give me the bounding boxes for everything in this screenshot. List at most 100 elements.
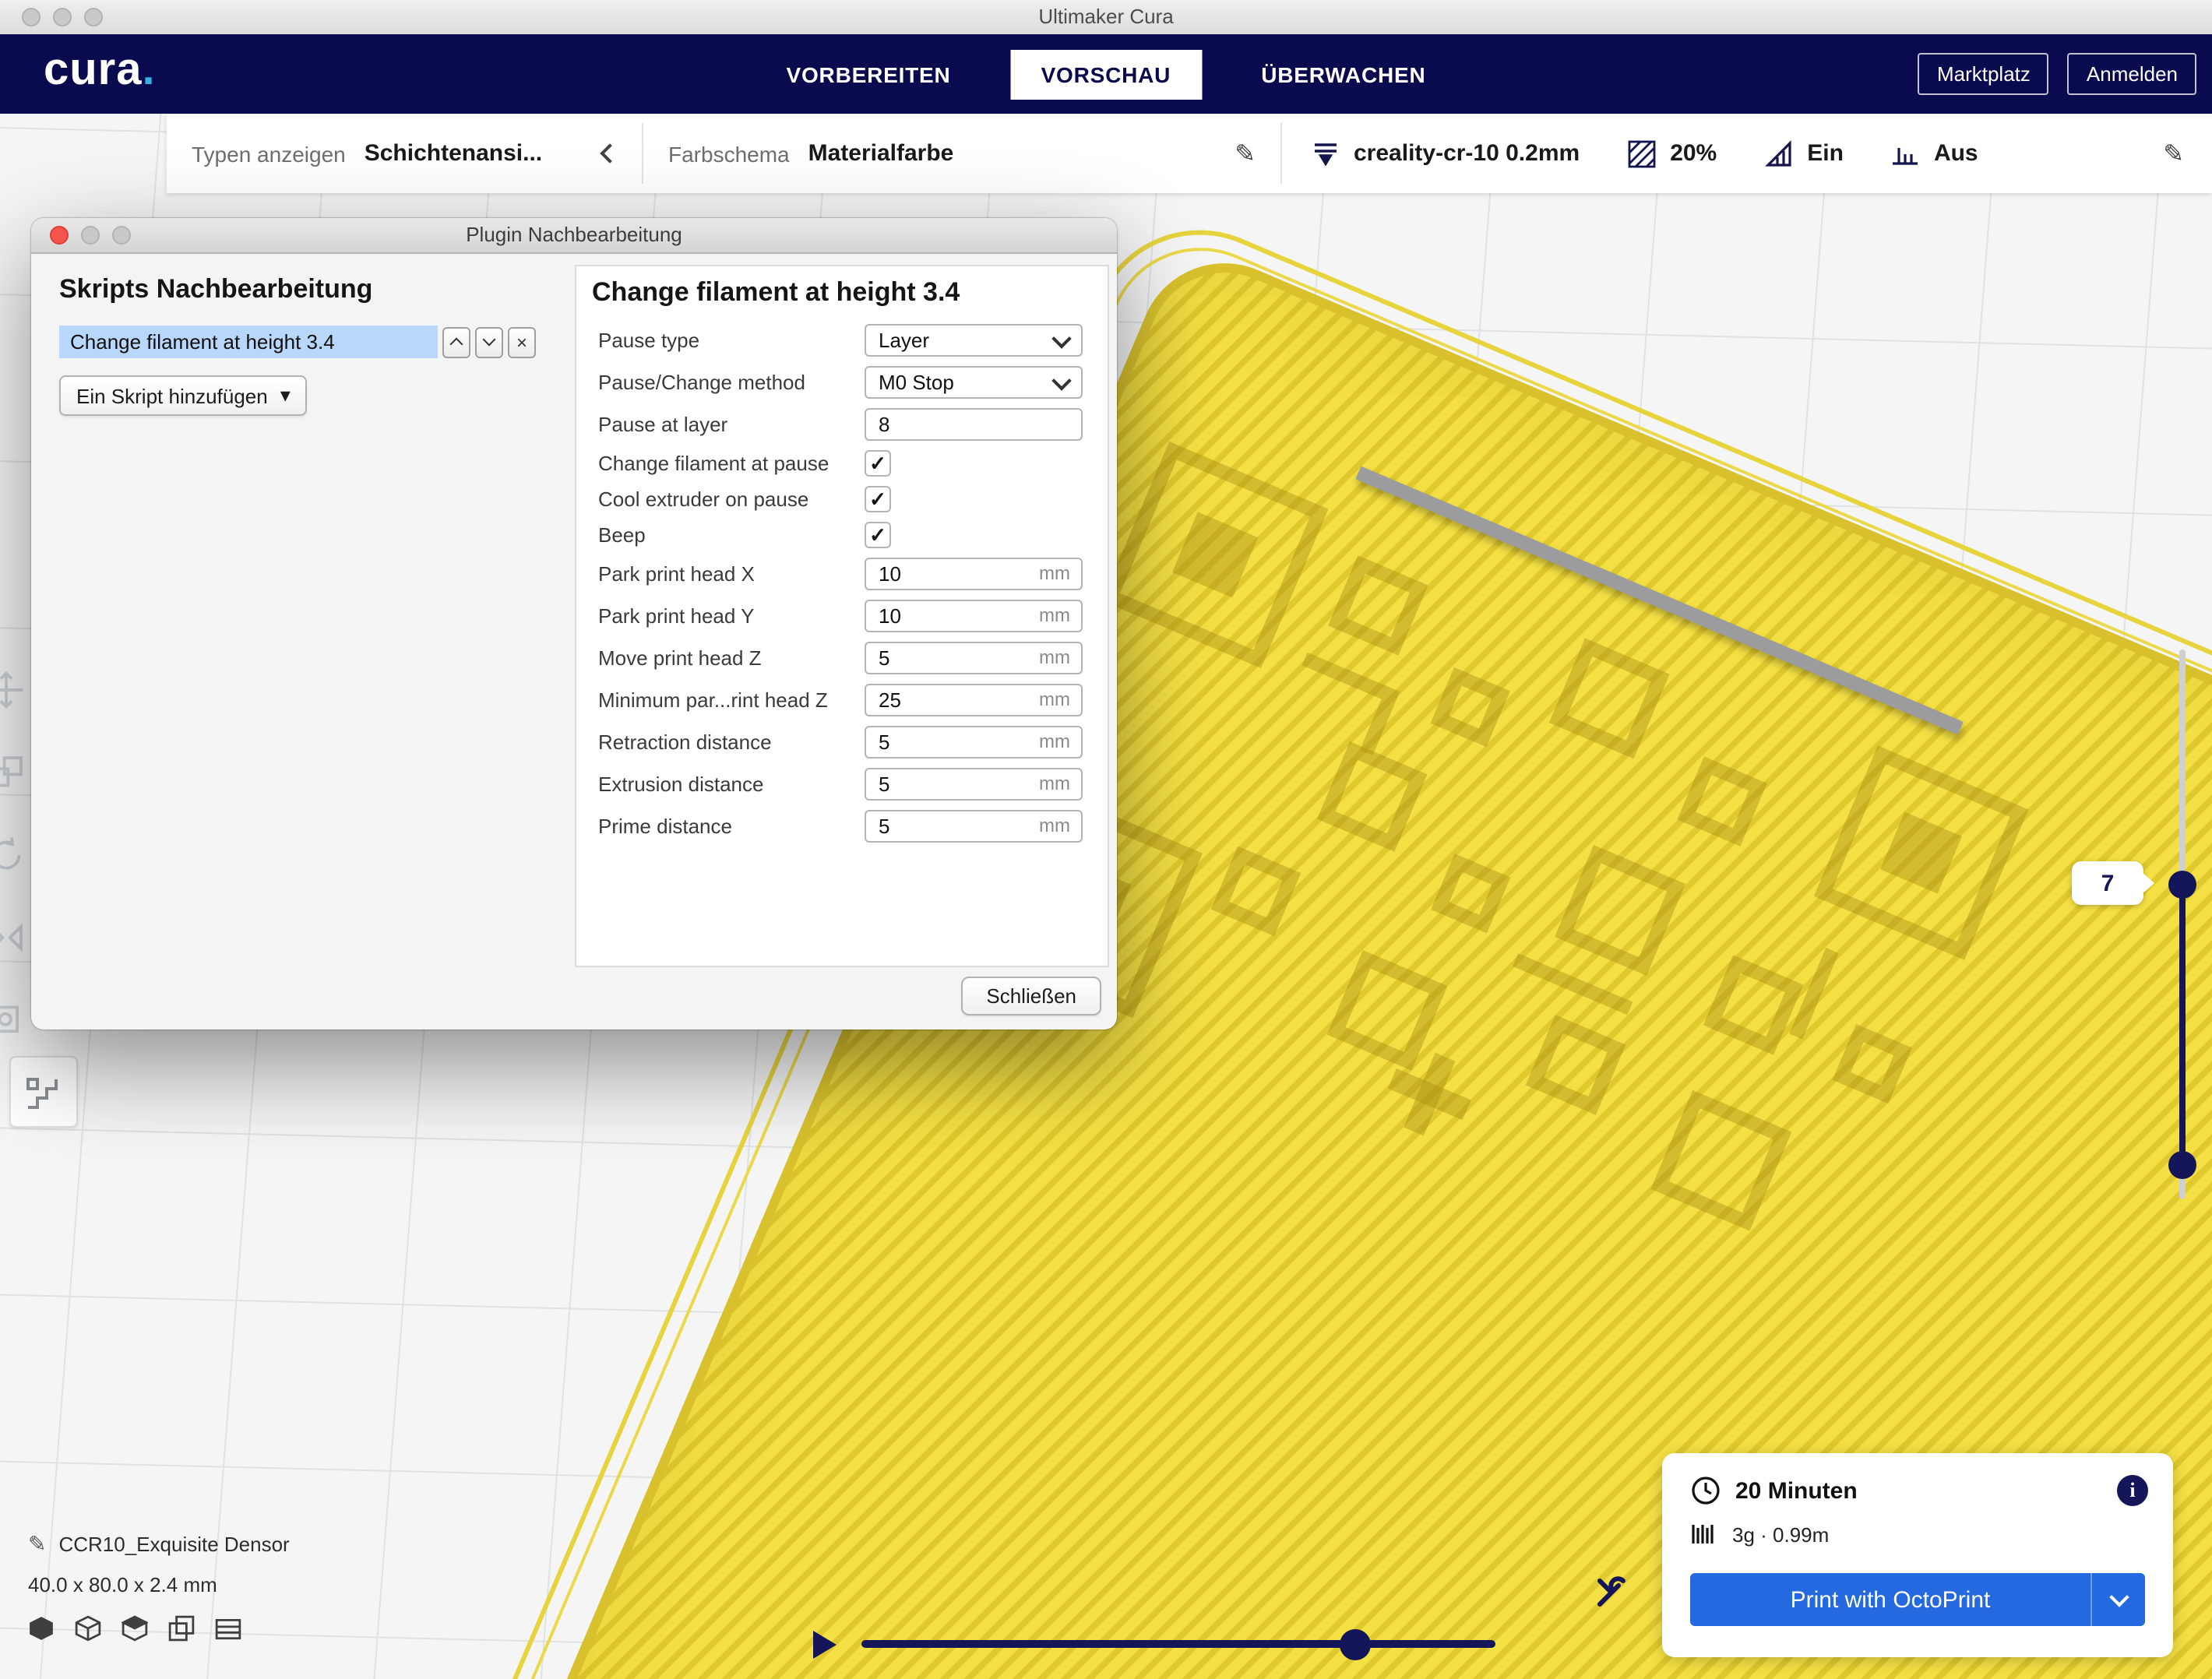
sign-in-button[interactable]: Anmelden xyxy=(2068,53,2196,95)
script-settings-panel: Change filament at height 3.4 Pause type… xyxy=(575,265,1109,967)
main-header: cura. VORBEREITEN VORSCHAU ÜBERWACHEN Ma… xyxy=(0,34,2212,114)
color-scheme-value: Materialfarbe xyxy=(808,140,954,167)
field-label: Pause/Change method xyxy=(598,371,865,394)
chevron-down-icon xyxy=(483,333,496,347)
field-row: Minimum par...rint head Z mm xyxy=(576,684,1108,716)
retraction-distance-input[interactable] xyxy=(879,730,1069,754)
wrench-icon[interactable] xyxy=(1592,1573,1629,1618)
layer-number-value: 7 xyxy=(2101,870,2115,896)
move-head-z-input[interactable] xyxy=(879,646,1069,670)
logo-dot: . xyxy=(143,45,156,95)
beep-checkbox[interactable]: ✓ xyxy=(865,522,891,548)
timeline-track[interactable] xyxy=(861,1640,1495,1648)
park-head-x-input[interactable] xyxy=(879,562,1069,586)
view-toolbar: Typen anzeigen Schichtenansi... Farbsche… xyxy=(167,114,2212,193)
select-value: Layer xyxy=(879,329,929,352)
mirror-tool-icon[interactable] xyxy=(0,917,26,958)
prime-distance-input[interactable] xyxy=(879,815,1069,838)
printhead-icon xyxy=(1310,138,1341,169)
min-park-head-z-input[interactable] xyxy=(879,688,1069,712)
extrusion-distance-input[interactable] xyxy=(879,773,1069,796)
print-settings-summary[interactable]: creality-cr-10 0.2mm 20% Ein Aus ✎ xyxy=(1282,114,2212,193)
tool-sidebar xyxy=(0,670,26,1040)
layer-slider-lower-handle[interactable] xyxy=(2168,1151,2196,1179)
print-options-caret[interactable] xyxy=(2090,1573,2145,1626)
rotate-tool-icon[interactable] xyxy=(0,835,26,875)
scale-tool-icon[interactable] xyxy=(0,752,26,793)
script-name[interactable]: Change filament at height 3.4 xyxy=(59,326,438,358)
print-info-panel: 20 Minuten 3g · 0.99m i Print with OctoP… xyxy=(1662,1453,2173,1657)
field-label: Change filament at pause xyxy=(598,452,865,475)
header-actions: Marktplatz Anmelden xyxy=(1918,34,2196,114)
tab-prepare[interactable]: VORBEREITEN xyxy=(780,49,957,99)
clock-icon xyxy=(1690,1475,1721,1506)
tab-preview[interactable]: VORSCHAU xyxy=(1010,49,1203,99)
dropdown-caret-icon: ▾ xyxy=(280,383,291,408)
view-layers-icon[interactable] xyxy=(215,1615,241,1642)
check-icon: ✓ xyxy=(869,525,886,545)
layer-slider-range xyxy=(2179,885,2186,1165)
cool-extruder-checkbox[interactable]: ✓ xyxy=(865,486,891,512)
scripts-heading: Skripts Nachbearbeitung xyxy=(59,274,558,305)
layer-slider-track[interactable] xyxy=(2179,649,2186,1199)
object-info: ✎ CCR10_Exquisite Densor 40.0 x 80.0 x 2… xyxy=(28,1531,290,1642)
script-list-item[interactable]: Change filament at height 3.4 × xyxy=(59,326,536,358)
field-row: Change filament at pause ✓ xyxy=(576,450,1108,477)
field-label: Extrusion distance xyxy=(598,773,865,796)
field-row: Move print head Z mm xyxy=(576,642,1108,674)
material-row: 3g · 0.99m xyxy=(1690,1522,1829,1547)
stairs-icon xyxy=(20,1067,67,1117)
camera-view-buttons xyxy=(28,1615,290,1642)
timeline-handle[interactable] xyxy=(1340,1629,1371,1660)
field-row: Cool extruder on pause ✓ xyxy=(576,486,1108,512)
move-script-down-button[interactable] xyxy=(475,326,503,357)
view-3d-icon[interactable] xyxy=(28,1615,55,1642)
view-type-selector[interactable]: Typen anzeigen Schichtenansi... xyxy=(167,114,642,193)
view-top-icon[interactable] xyxy=(122,1615,148,1642)
pause-method-select[interactable]: M0 Stop xyxy=(865,366,1083,399)
remove-script-button[interactable]: × xyxy=(508,326,536,357)
chevron-down-icon xyxy=(1051,328,1071,347)
pause-type-select[interactable]: Layer xyxy=(865,324,1083,357)
object-name-row: ✎ CCR10_Exquisite Densor xyxy=(28,1531,290,1558)
color-scheme-selector[interactable]: Farbschema Materialfarbe ✎ xyxy=(643,114,1280,193)
field-row: Pause at layer xyxy=(576,408,1108,441)
pencil-icon[interactable]: ✎ xyxy=(1235,138,1256,169)
change-filament-checkbox[interactable]: ✓ xyxy=(865,450,891,477)
field-row: Park print head X mm xyxy=(576,558,1108,590)
move-tool-icon[interactable] xyxy=(0,670,26,710)
per-model-settings-icon[interactable] xyxy=(0,1000,26,1040)
park-head-y-input[interactable] xyxy=(879,604,1069,628)
window-titlebar: Ultimaker Cura xyxy=(0,0,2212,36)
pencil-icon[interactable]: ✎ xyxy=(2163,138,2184,169)
view-front-icon[interactable] xyxy=(75,1615,101,1642)
dialog-close-action-button[interactable]: Schließen xyxy=(961,977,1101,1015)
field-row: Park print head Y mm xyxy=(576,600,1108,632)
field-label: Retraction distance xyxy=(598,730,865,754)
field-label: Pause type xyxy=(598,329,865,352)
pause-at-layer-input[interactable] xyxy=(879,413,1069,436)
infill-icon xyxy=(1626,138,1657,169)
support-icon xyxy=(1763,138,1795,169)
dialog-titlebar[interactable]: Plugin Nachbearbeitung xyxy=(31,218,1117,254)
play-button[interactable] xyxy=(813,1631,837,1659)
info-icon[interactable]: i xyxy=(2117,1475,2148,1506)
field-label: Park print head Y xyxy=(598,604,865,628)
support-value: Ein xyxy=(1807,140,1844,167)
add-script-button[interactable]: Ein Skript hinzufügen ▾ xyxy=(59,375,308,416)
field-label: Minimum par...rint head Z xyxy=(598,688,865,712)
marketplace-button[interactable]: Marktplatz xyxy=(1918,53,2049,95)
color-scheme-label: Farbschema xyxy=(668,141,790,166)
support-blocker-button[interactable] xyxy=(9,1056,78,1128)
move-script-up-button[interactable] xyxy=(442,326,470,357)
field-row: Retraction distance mm xyxy=(576,726,1108,759)
view-type-value: Schichtenansi... xyxy=(365,140,542,167)
chevron-left-icon[interactable] xyxy=(600,143,619,163)
tab-monitor[interactable]: ÜBERWACHEN xyxy=(1255,49,1432,99)
field-row: Beep ✓ xyxy=(576,522,1108,548)
print-with-octoprint-button[interactable]: Print with OctoPrint xyxy=(1690,1573,2145,1626)
view-side-icon[interactable] xyxy=(168,1615,195,1642)
layer-slider-upper-handle[interactable] xyxy=(2168,871,2196,899)
filament-icon xyxy=(1690,1522,1718,1547)
rename-pencil-icon[interactable]: ✎ xyxy=(28,1531,46,1558)
